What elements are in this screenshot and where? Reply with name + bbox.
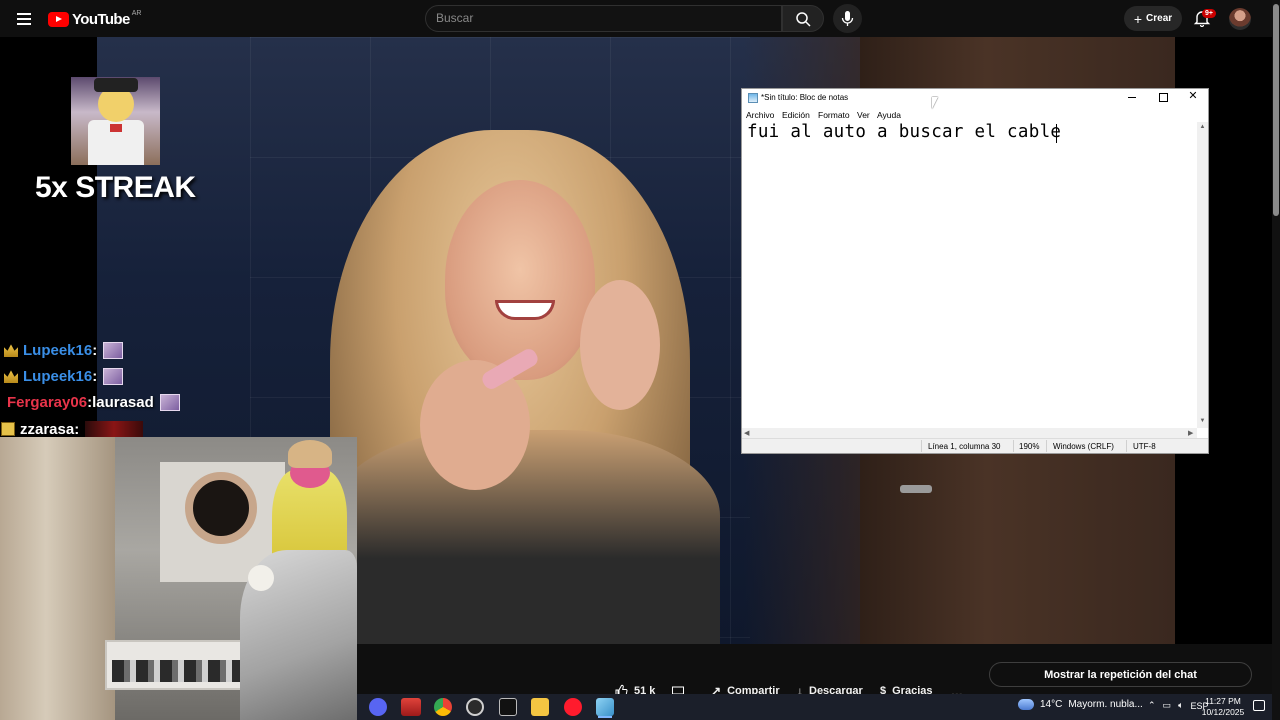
- weather-temperature: 14°C: [1040, 699, 1063, 710]
- notifications-count-badge: 9+: [1202, 9, 1216, 18]
- create-label: Crear: [1146, 13, 1173, 24]
- mouse-pointer-icon: [932, 97, 938, 109]
- webcam-hat: [288, 440, 332, 468]
- page-scrollbar-thumb[interactable]: [1273, 4, 1279, 216]
- plus-icon: +: [1133, 10, 1143, 27]
- chat-username: Lupeek16: [23, 367, 93, 385]
- taskbar-clock[interactable]: 11:27 PM 10/12/2025: [1200, 696, 1246, 718]
- scroll-down-arrow-icon[interactable]: ▼: [1199, 418, 1206, 424]
- notepad-text-area[interactable]: [742, 122, 1197, 428]
- chat-username: Lupeek16: [23, 341, 93, 359]
- notepad-title: *Sin título: Bloc de notas: [761, 93, 849, 102]
- clock-time: 11:27 PM: [1205, 696, 1241, 706]
- webcam-lamp: [248, 565, 274, 591]
- chat-message: Lupeek16 :: [4, 339, 124, 361]
- notepad-vertical-scrollbar[interactable]: [1197, 122, 1208, 428]
- microphone-icon: [841, 11, 854, 26]
- status-separator: [1126, 440, 1127, 452]
- menu-formato[interactable]: Formato: [818, 110, 850, 120]
- chat-emote-icon: [103, 367, 124, 385]
- status-encoding: UTF-8: [1133, 442, 1156, 451]
- chat-emote-icon: [159, 393, 180, 411]
- notepad-app-icon: [748, 93, 758, 103]
- youtube-logo-text: YouTube: [72, 10, 130, 28]
- chat-message: Lupeek16 :: [4, 365, 124, 387]
- search-input[interactable]: Buscar: [425, 5, 782, 32]
- youtube-logo[interactable]: YouTube AR: [48, 10, 141, 28]
- streak-figure-hat: [94, 78, 138, 92]
- menu-archivo[interactable]: Archivo: [746, 110, 774, 120]
- obs-icon[interactable]: [466, 698, 484, 716]
- webcam-wall-ring: [185, 472, 257, 544]
- chat-username: zzarasa: [20, 420, 75, 438]
- status-separator: [921, 440, 922, 452]
- video-person-body: [330, 430, 720, 644]
- menu-ayuda[interactable]: Ayuda: [877, 110, 901, 120]
- subscriber-badge-icon: [1, 422, 15, 436]
- status-line-endings: Windows (CRLF): [1053, 442, 1114, 451]
- notepad-horizontal-scrollbar[interactable]: [742, 428, 1197, 438]
- chat-username: Fergaray06: [7, 393, 88, 411]
- streaming-app-icon[interactable]: [401, 698, 421, 716]
- weather-cloud-icon: [1018, 699, 1034, 710]
- youtube-play-icon: [48, 11, 69, 27]
- chrome-icon[interactable]: [434, 698, 452, 716]
- active-app-indicator: [598, 716, 612, 718]
- scroll-up-arrow-icon[interactable]: ▲: [1199, 124, 1206, 130]
- scroll-right-arrow-icon[interactable]: ▶: [1188, 429, 1193, 437]
- notepad-content[interactable]: fui al auto a buscar el cable: [747, 122, 1061, 142]
- text-caret: [1056, 124, 1057, 143]
- maximize-button[interactable]: [1157, 91, 1169, 103]
- chat-message: Fergaray06 : laurasad: [7, 391, 180, 413]
- opera-icon[interactable]: [564, 698, 582, 716]
- weather-widget[interactable]: 14°C Mayorm. nubla...: [1018, 699, 1143, 710]
- crown-badge-icon: [4, 344, 18, 357]
- chat-separator: :: [92, 341, 98, 359]
- weather-description: Mayorm. nubla...: [1068, 699, 1143, 710]
- streak-label: 5x STREAK: [35, 171, 196, 204]
- capcut-icon[interactable]: [499, 698, 517, 716]
- video-person-face: [445, 180, 595, 380]
- notepad-taskbar-icon[interactable]: [596, 698, 614, 716]
- status-cursor-position: Línea 1, columna 30: [928, 442, 1001, 451]
- notification-center-icon[interactable]: [1253, 700, 1265, 711]
- status-separator: [1046, 440, 1047, 452]
- chat-emote-icon: [85, 420, 144, 438]
- video-person-left-hand: [420, 360, 530, 490]
- show-chat-replay-button[interactable]: Mostrar la repetición del chat: [989, 662, 1252, 687]
- status-zoom: 190%: [1019, 442, 1040, 451]
- video-person-right-hand: [580, 280, 660, 410]
- menu-edicion[interactable]: Edición: [782, 110, 810, 120]
- clock-date: 10/12/2025: [1201, 707, 1245, 717]
- chat-separator: :: [92, 367, 98, 385]
- close-button[interactable]: ✕: [1187, 90, 1199, 103]
- crown-badge-icon: [4, 370, 18, 383]
- chat-separator: :: [74, 420, 80, 438]
- voice-search-button[interactable]: [833, 4, 862, 33]
- hamburger-menu-icon[interactable]: [12, 7, 36, 31]
- menu-ver[interactable]: Ver: [857, 110, 870, 120]
- chat-emote-icon: [103, 341, 124, 359]
- search-icon: [796, 12, 811, 27]
- create-button[interactable]: + Crear: [1124, 6, 1182, 31]
- chat-text: laurasad: [92, 393, 154, 411]
- network-icon[interactable]: ▭: [1163, 700, 1172, 711]
- tray-chevron-up-icon[interactable]: ⌃: [1148, 700, 1156, 711]
- video-door-handle: [900, 485, 932, 493]
- scroll-left-arrow-icon[interactable]: ◀: [744, 429, 749, 437]
- webcam-curtain: [0, 437, 115, 720]
- discord-icon[interactable]: [369, 698, 387, 716]
- status-separator: [1013, 440, 1014, 452]
- streak-figure-bow: [110, 124, 122, 132]
- search-button[interactable]: [782, 5, 824, 32]
- minimize-button[interactable]: [1126, 91, 1138, 103]
- file-explorer-icon[interactable]: [531, 698, 549, 716]
- region-code: AR: [131, 9, 142, 17]
- account-avatar[interactable]: [1229, 8, 1251, 30]
- volume-icon[interactable]: 🔈︎: [1178, 700, 1183, 711]
